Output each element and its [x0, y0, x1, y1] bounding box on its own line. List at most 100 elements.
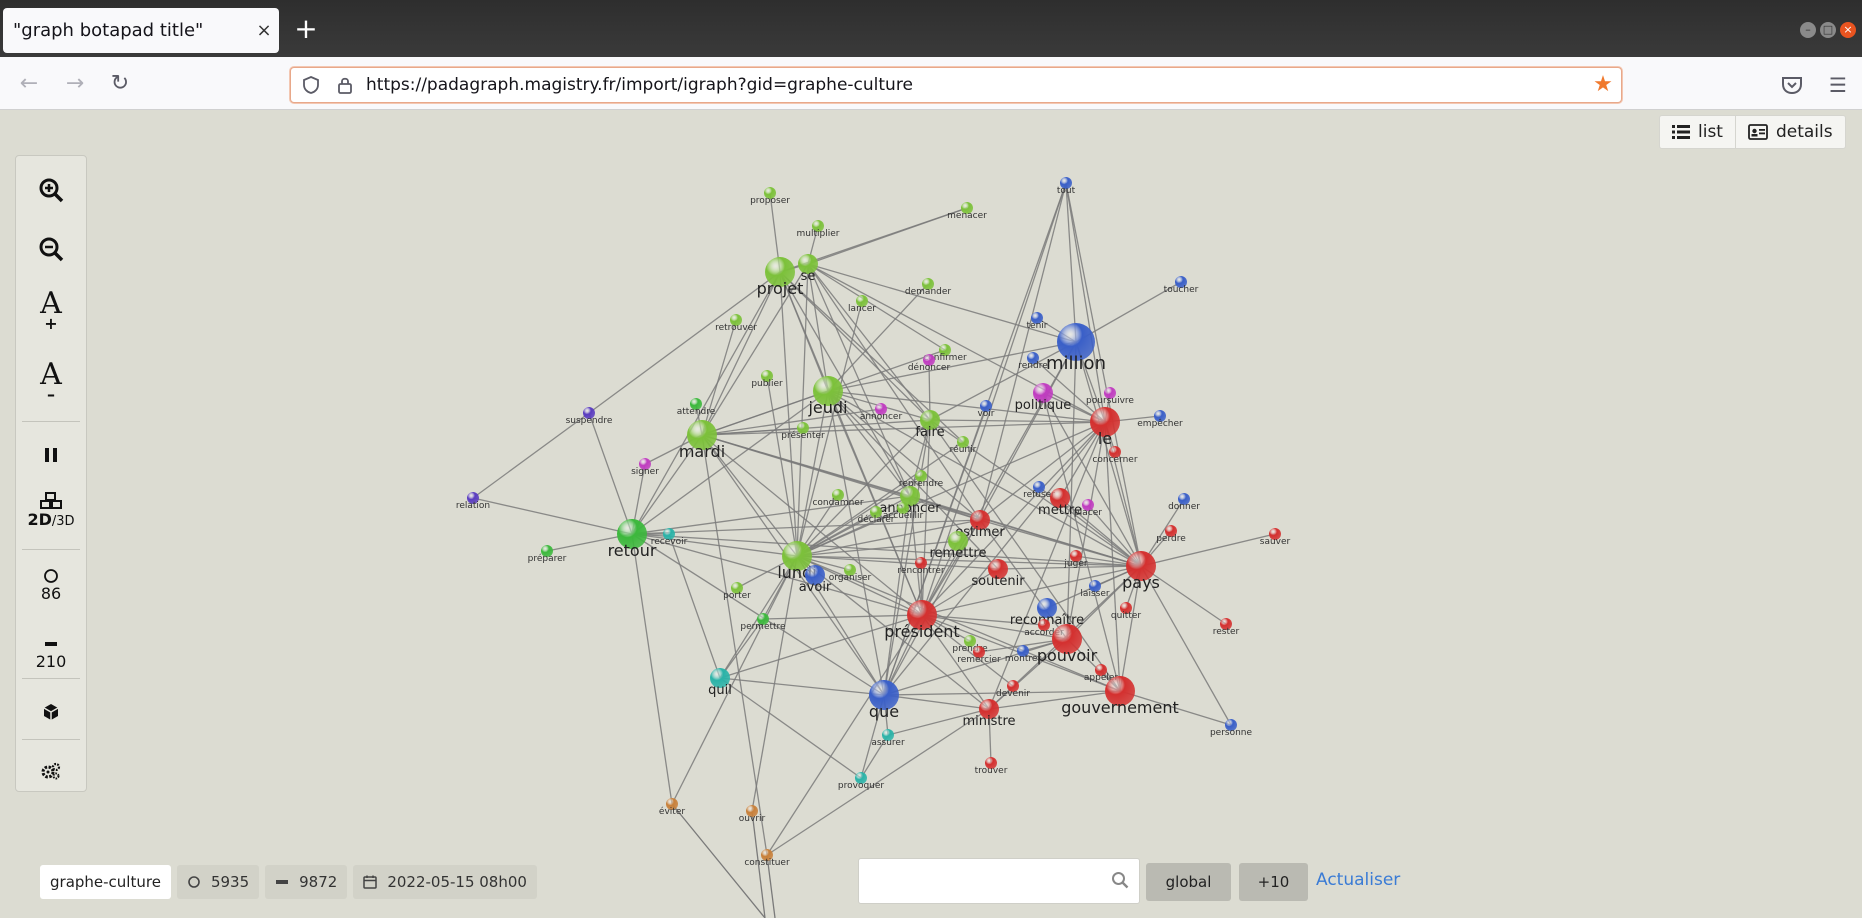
graph-node-rester[interactable]: rester	[1213, 618, 1240, 637]
new-tab-button[interactable]: +	[290, 14, 322, 46]
zoom-out-button[interactable]	[16, 229, 86, 269]
maximize-window-icon[interactable]: □	[1820, 22, 1836, 38]
graph-node-que[interactable]: que	[869, 680, 899, 721]
node-label: trouver	[975, 766, 1008, 776]
global-button[interactable]: global	[1146, 863, 1231, 901]
graph-node-relation[interactable]: relation	[456, 492, 490, 511]
graph-node-tout[interactable]: tout	[1057, 177, 1076, 196]
gears-icon	[41, 762, 61, 780]
toolbar-divider	[22, 739, 80, 740]
address-bar[interactable]: https://padagraph.magistry.fr/import/igr…	[290, 67, 1622, 103]
graph-node-attendre[interactable]: attendre	[677, 398, 716, 417]
graph-node-placer[interactable]: placer	[1074, 499, 1102, 518]
graph-edge	[979, 182, 1067, 521]
graph-canvas[interactable]: proposer multiplier menacer tout projetse dem…	[0, 110, 1862, 918]
graph-node-retour[interactable]: retour	[608, 519, 657, 560]
toolbar-divider	[22, 549, 80, 550]
graph-edge	[921, 419, 931, 616]
graph-node-trouver[interactable]: trouver	[975, 757, 1008, 776]
settings-button[interactable]	[16, 751, 86, 791]
graph-node-provoquer[interactable]: provoquer	[838, 772, 885, 791]
edge-count-value: 210	[35, 651, 67, 671]
graph-node-organiser[interactable]: organiser	[829, 564, 872, 583]
graph-node-condamner[interactable]: condamner	[812, 489, 864, 508]
pocket-icon[interactable]	[1778, 71, 1806, 99]
graph-node-proposer[interactable]: proposer	[750, 187, 790, 206]
font-increase-button[interactable]: A +	[16, 284, 86, 334]
refresh-link[interactable]: Actualiser	[1316, 870, 1400, 890]
zoom-in-button[interactable]	[16, 170, 86, 210]
toolbar-divider	[22, 421, 80, 422]
graph-node-constituer[interactable]: constituer	[744, 849, 790, 868]
graph-node-toucher[interactable]: toucher	[1164, 276, 1199, 295]
pause-button[interactable]	[16, 438, 86, 472]
lock-icon[interactable]	[335, 75, 355, 95]
list-button[interactable]: list	[1660, 116, 1735, 148]
graph-node-le[interactable]: le	[1090, 407, 1120, 448]
forward-icon[interactable]: →	[58, 67, 92, 101]
graph-node-projet[interactable]: projet	[757, 257, 804, 298]
graph-node-se[interactable]: se	[798, 254, 818, 284]
graph-node-ministre[interactable]: ministre	[962, 699, 1016, 729]
node-search-input[interactable]	[858, 858, 1140, 904]
graph-node-signer[interactable]: signer	[631, 458, 659, 477]
graph-node-soutenir[interactable]: soutenir	[971, 559, 1025, 589]
graph-node-devenir[interactable]: devenir	[996, 680, 1030, 699]
minimize-window-icon[interactable]: –	[1800, 22, 1816, 38]
graph-edge	[807, 263, 946, 351]
graph-node-permettre[interactable]: permettre	[740, 613, 786, 632]
plus-ten-button[interactable]: +10	[1239, 863, 1308, 901]
graph-node-ouvrir[interactable]: ouvrir	[739, 805, 766, 824]
back-icon[interactable]: ←	[12, 67, 46, 101]
dimension-toggle[interactable]: 2D/3D	[16, 482, 86, 538]
graph-node-reunir[interactable]: réunir	[950, 436, 977, 455]
graph-node-annoncer_m[interactable]: annoncer	[860, 403, 903, 422]
node-label: multiplier	[797, 229, 840, 239]
graph-node-demander[interactable]: demander	[905, 278, 951, 297]
details-button[interactable]: details	[1734, 116, 1845, 148]
tab-active[interactable]: "graph botapad title" ×	[3, 8, 279, 53]
graph-node-empecher[interactable]: empêcher	[1137, 410, 1183, 429]
graph-node-menacer[interactable]: menacer	[947, 202, 987, 221]
graph-node-porter[interactable]: porter	[723, 582, 751, 601]
graph-node-laisser[interactable]: laisser	[1080, 580, 1110, 599]
graph-node-retrouver[interactable]: retrouver	[715, 314, 757, 333]
node-label: relation	[456, 501, 490, 511]
graph-node-politique[interactable]: politique	[1015, 383, 1072, 413]
font-decrease-button[interactable]: A –	[16, 356, 86, 404]
graph-node-presenter[interactable]: présenter	[781, 422, 825, 441]
node-label: rencontrer	[897, 566, 944, 576]
hamburger-menu-icon[interactable]: ☰	[1824, 71, 1852, 99]
close-tab-icon[interactable]: ×	[249, 20, 279, 41]
graph-edge	[883, 495, 911, 696]
graph-node-multiplier[interactable]: multiplier	[797, 220, 840, 239]
graph-edge	[701, 434, 768, 856]
graph-node-donner[interactable]: donner	[1168, 493, 1200, 512]
graph-node-eviter[interactable]: éviter	[659, 798, 685, 817]
bookmark-star-icon[interactable]: ★	[1591, 73, 1615, 97]
tracking-shield-icon[interactable]	[301, 75, 321, 95]
graph-node-tenir[interactable]: tenir	[1027, 312, 1048, 331]
node-label: soutenir	[971, 574, 1025, 589]
node-label: remettre	[930, 546, 987, 561]
node-count: 86	[16, 554, 86, 616]
graph-node-publier[interactable]: publier	[751, 370, 783, 389]
node-label: empêcher	[1137, 418, 1183, 429]
graph-node-concerner[interactable]: concerner	[1092, 446, 1138, 465]
graph-node-suspendre[interactable]: suspendre	[566, 407, 613, 426]
details-label: details	[1775, 122, 1833, 142]
graph-node-quil[interactable]: quil	[708, 668, 732, 698]
node-label: présenter	[781, 430, 825, 441]
node-label: ouvrir	[739, 814, 766, 824]
close-window-icon[interactable]: ×	[1840, 22, 1856, 38]
graph-node-sauver[interactable]: sauver	[1260, 528, 1291, 547]
node-label: montrer	[1005, 654, 1042, 664]
graph-node-perdre[interactable]: perdre	[1156, 525, 1186, 544]
url-text[interactable]: https://padagraph.magistry.fr/import/igr…	[366, 75, 913, 95]
edge-count: 210	[16, 622, 86, 684]
cube-view-button[interactable]	[16, 692, 86, 732]
graph-node-personne[interactable]: personne	[1210, 719, 1253, 738]
reload-icon[interactable]: ↻	[103, 67, 137, 101]
graph-edge	[1065, 182, 1106, 423]
search-icon[interactable]	[1111, 871, 1129, 889]
